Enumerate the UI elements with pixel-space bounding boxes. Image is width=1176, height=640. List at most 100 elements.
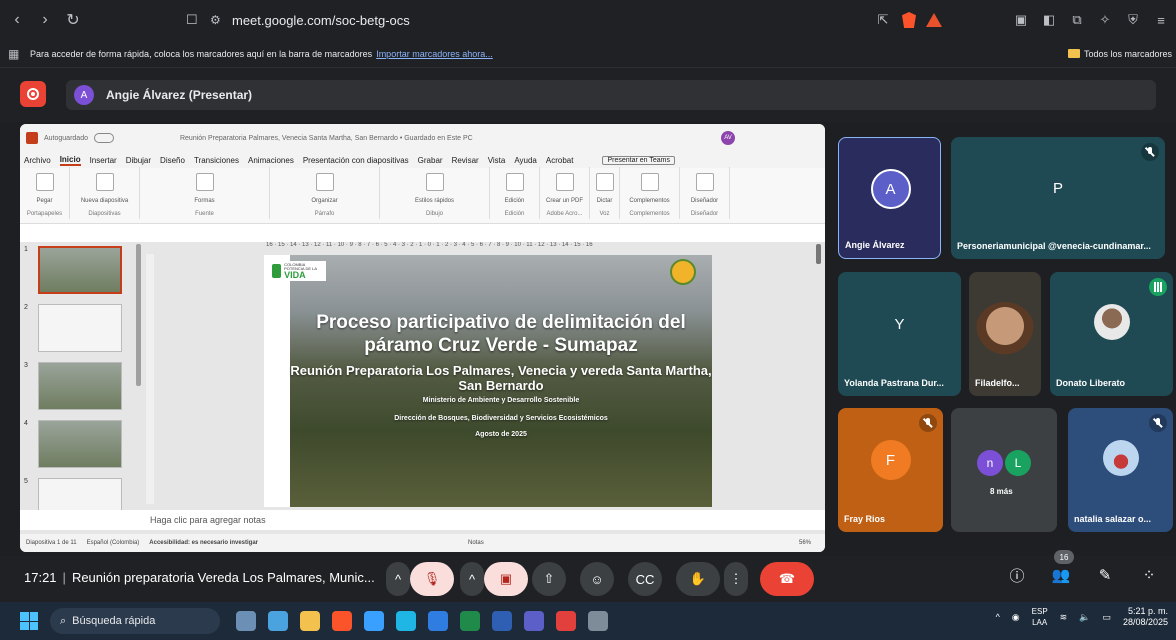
info-icon[interactable]: ⓘ	[1004, 562, 1030, 588]
ribbon-button-label[interactable]: Crear un PDF	[546, 198, 583, 204]
ribbon-button-icon[interactable]	[695, 173, 714, 191]
share-icon[interactable]: ⇱	[874, 11, 892, 29]
participant-tile[interactable]: Y Yolanda Pastrana Dur...	[838, 272, 961, 396]
slide-thumbnail-row[interactable]: 4	[24, 420, 122, 468]
language-label[interactable]: Español (Colombia)	[87, 540, 140, 546]
media-icon[interactable]	[524, 611, 544, 631]
raise-hand-icon[interactable]: ✋	[676, 562, 720, 596]
app-icon[interactable]	[588, 611, 608, 631]
ppt-tab[interactable]: Grabar	[418, 156, 443, 165]
ppt-tab[interactable]: Archivo	[24, 156, 51, 165]
participant-tile[interactable]: Filadelfo...	[969, 272, 1041, 396]
ribbon-button-label[interactable]: Organizar	[311, 198, 337, 204]
back-icon[interactable]: ‹	[6, 9, 28, 31]
volume-icon[interactable]: 🔈	[1079, 612, 1090, 623]
presenter-chip[interactable]: A Angie Álvarez (Presentar)	[66, 80, 1156, 110]
ribbon-button-icon[interactable]	[595, 173, 614, 191]
notes-toggle[interactable]: Notas	[468, 540, 484, 546]
slide-thumbnail-row[interactable]: 1	[24, 246, 122, 294]
store-icon[interactable]	[364, 611, 384, 631]
participant-tile[interactable]: F Fray Rios	[838, 408, 943, 532]
ribbon-button-icon[interactable]	[640, 173, 659, 191]
windows-start-icon[interactable]	[20, 612, 38, 630]
slide-scrollbar[interactable]	[816, 242, 822, 492]
slide-thumbnail[interactable]	[38, 420, 122, 468]
menu-icon[interactable]: ≡	[1152, 11, 1170, 29]
emoji-icon[interactable]: ☺	[580, 562, 614, 596]
people-icon[interactable]: 👥 16	[1048, 550, 1074, 588]
thumbnail-scrollbar[interactable]	[136, 244, 141, 386]
ribbon-button-label[interactable]: Estilos rápidos	[415, 198, 454, 204]
present-in-teams-button[interactable]: Presentar en Teams	[602, 155, 675, 165]
activities-icon[interactable]: ⁘	[1136, 562, 1162, 588]
brave-shields-icon[interactable]	[902, 12, 916, 28]
ppt-tab[interactable]: Acrobat	[546, 156, 574, 165]
camera-options-icon[interactable]: ^	[460, 562, 484, 596]
ppt-tab[interactable]: Animaciones	[248, 156, 294, 165]
language-indicator[interactable]: ESP LAA	[1032, 606, 1048, 628]
reload-icon[interactable]: ↻	[62, 9, 84, 31]
bookmark-icon[interactable]: ☐	[186, 12, 204, 28]
ppt-tab[interactable]: Vista	[488, 156, 506, 165]
excel-icon[interactable]	[460, 611, 480, 631]
notes-pane[interactable]: Haga clic para agregar notas	[20, 510, 825, 530]
slide-thumbnail[interactable]	[38, 246, 122, 294]
slide-thumbnail-row[interactable]: 3	[24, 362, 122, 410]
slide-thumbnail[interactable]	[38, 362, 122, 410]
accessibility-label[interactable]: Accesibilidad: es necesario investigar	[149, 540, 258, 546]
extensions-icon[interactable]: ✧	[1096, 11, 1114, 29]
sidebar-icon[interactable]: ◧	[1040, 11, 1058, 29]
ribbon-button-icon[interactable]	[35, 173, 54, 191]
forward-icon[interactable]: ›	[34, 9, 56, 31]
file-explorer-icon[interactable]	[300, 611, 320, 631]
current-slide[interactable]: COLOMBIA POTENCIA DE LA VIDA Proceso par…	[264, 255, 712, 507]
participant-tile[interactable]: A Angie Álvarez	[838, 137, 941, 259]
ppt-tab[interactable]: Insertar	[90, 156, 117, 165]
ribbon-button-icon[interactable]	[195, 173, 214, 191]
taskbar-search[interactable]: ⌕ Búsqueda rápida	[50, 608, 220, 634]
ppt-tab[interactable]: Dibujar	[126, 156, 151, 165]
leave-call-icon[interactable]: ☎	[760, 562, 814, 596]
chat-icon[interactable]: ✎	[1092, 562, 1118, 588]
mic-options-icon[interactable]: ^	[386, 562, 410, 596]
ribbon-button-icon[interactable]	[505, 173, 524, 191]
word-icon[interactable]	[492, 611, 512, 631]
ppt-tab[interactable]: Inicio	[59, 155, 81, 166]
wifi-icon[interactable]: ≋	[1060, 612, 1068, 623]
taskview-icon[interactable]	[268, 611, 288, 631]
vpn-icon[interactable]: ⛨	[1124, 11, 1142, 29]
people-app-icon[interactable]	[236, 611, 256, 631]
ppt-tab[interactable]: Revisar	[452, 156, 479, 165]
apps-icon[interactable]: ▦	[8, 47, 30, 61]
camera-off-icon[interactable]: ▣	[484, 562, 528, 596]
import-bookmarks-link[interactable]: Importar marcadores ahora...	[376, 49, 493, 59]
ppt-tab[interactable]: Presentación con diapositivas	[303, 156, 409, 165]
site-settings-icon[interactable]: ⚙	[210, 13, 232, 27]
ribbon-button-label[interactable]: Edición	[505, 198, 525, 204]
ribbon-button-label[interactable]: Pegar	[36, 198, 52, 204]
taskbar-clock[interactable]: 5:21 p. m. 28/08/2025	[1123, 606, 1168, 628]
participant-tile[interactable]: natalia salazar o...	[1068, 408, 1173, 532]
ribbon-button-label[interactable]: Complementos	[629, 198, 669, 204]
present-screen-icon[interactable]: ⇧	[532, 562, 566, 596]
autosave-toggle[interactable]	[93, 133, 114, 143]
acrobat-icon[interactable]	[556, 611, 576, 631]
network-icon[interactable]: ◉	[1012, 612, 1020, 623]
ribbon-button-icon[interactable]	[95, 173, 114, 191]
ppt-user-avatar[interactable]: AV	[721, 131, 735, 145]
zoom-level[interactable]: 56%	[799, 540, 811, 546]
ppt-tab[interactable]: Transiciones	[194, 156, 239, 165]
ppt-tab[interactable]: Ayuda	[514, 156, 537, 165]
browser-icon[interactable]	[428, 611, 448, 631]
brave-icon[interactable]	[332, 611, 352, 631]
participant-tile[interactable]: P Personeriamunicipal @venecia-cundinamar…	[951, 137, 1165, 259]
recording-icon[interactable]	[20, 81, 46, 107]
ppt-tab[interactable]: Diseño	[160, 156, 185, 165]
ribbon-button-label[interactable]: Formas	[194, 198, 214, 204]
picture-in-picture-icon[interactable]: ▣	[1012, 11, 1030, 29]
ribbon-button-label[interactable]: Nueva diapositiva	[81, 198, 128, 204]
tray-expand-icon[interactable]: ^	[996, 612, 1000, 622]
captions-icon[interactable]: CC	[628, 562, 662, 596]
address-bar[interactable]: ☐ ⚙ meet.google.com/soc-betg-ocs	[186, 8, 626, 32]
all-bookmarks-button[interactable]: Todos los marcadores	[1067, 49, 1172, 59]
